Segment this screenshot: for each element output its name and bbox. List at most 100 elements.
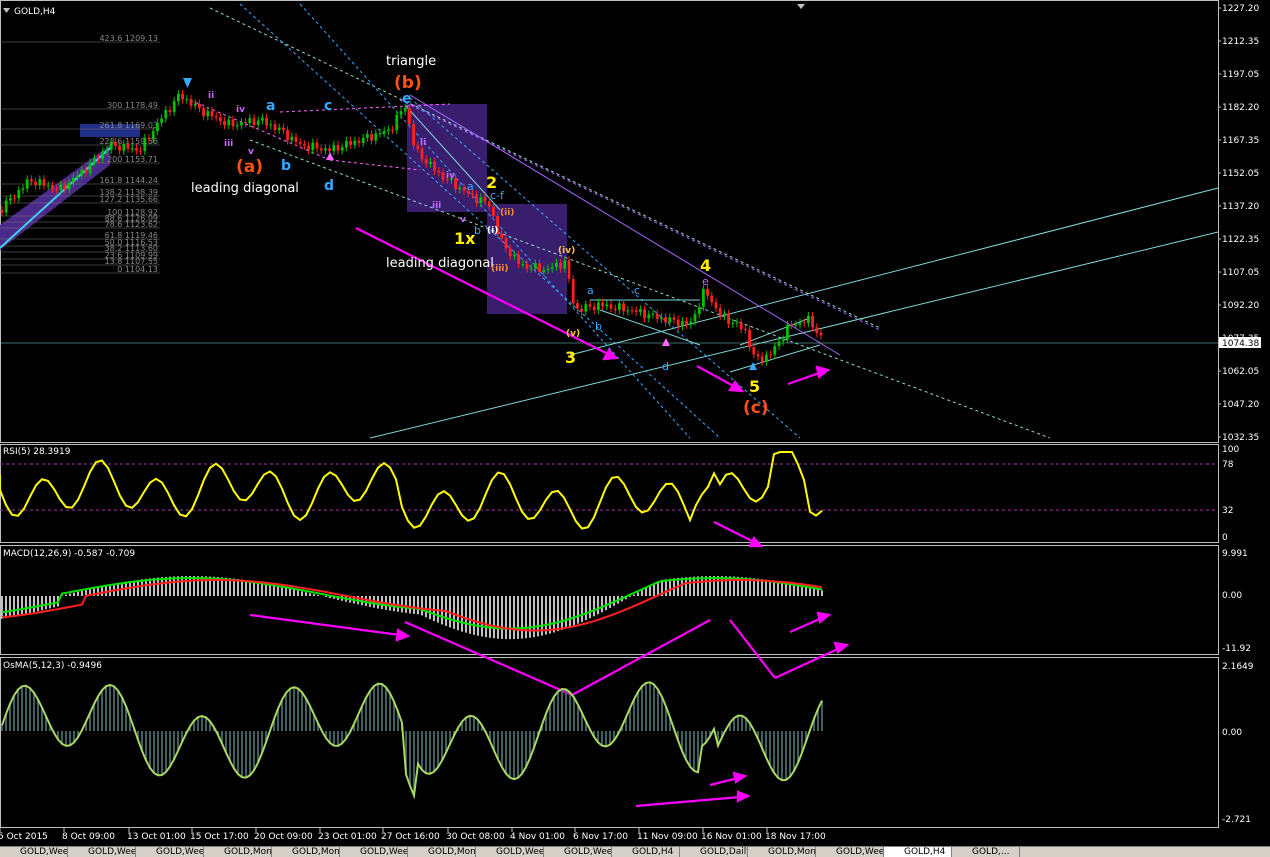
candle-body: [185, 99, 189, 101]
candle-body: [739, 322, 743, 330]
candle-body: [55, 189, 58, 191]
candle-body: [282, 127, 285, 131]
candle-body: [437, 170, 441, 173]
candle-body: [210, 111, 214, 117]
candle-body: [475, 194, 478, 204]
main-price-panel[interactable]: [0, 0, 1219, 443]
panel-frames: [0, 0, 1219, 828]
candle-body: [399, 111, 403, 115]
candle-body: [126, 143, 130, 149]
chart-tabs-bar: GOLD,WeeklyGOLD,WeeklyGOLD,WeeklyGOLD,Mo…: [0, 846, 1270, 857]
candle-body: [790, 324, 793, 326]
chart-menu-icon: [3, 8, 10, 13]
candle-body: [492, 206, 495, 217]
candle-body: [97, 158, 100, 160]
candle-body: [206, 111, 210, 117]
candle-body: [105, 150, 109, 152]
label-leading-diagonal-2: leading diagonal: [386, 256, 494, 271]
candle-body: [361, 137, 365, 143]
rsi-panel[interactable]: [0, 444, 1219, 543]
label-c-1: c: [324, 98, 332, 114]
rsi-indicator: RSI(5) 28.3919 100 78 32 0: [0, 445, 1239, 543]
candle-body: [563, 260, 567, 269]
candle-body: [286, 130, 289, 141]
candle-body: [513, 254, 516, 257]
label-i-paren: (i): [487, 226, 498, 236]
price-tick-label: 1047.20: [1222, 400, 1259, 410]
label-ii-paren: (ii): [500, 208, 514, 218]
candle-body: [576, 303, 579, 309]
candle-body: [25, 179, 29, 189]
candle-body: [240, 122, 243, 126]
candle-body: [122, 143, 126, 151]
label-leading-diagonal-1: leading diagonal: [191, 181, 299, 196]
candle-body: [546, 268, 550, 270]
candle-body: [324, 148, 327, 151]
label-triangle: triangle: [386, 54, 436, 69]
price-tick-label: 1212.35: [1222, 37, 1259, 47]
candle-body: [256, 120, 260, 125]
triangle-down-icon[interactable]: [797, 4, 805, 9]
candle-body: [109, 141, 113, 151]
label-a-2: a: [467, 180, 474, 193]
candle-body: [819, 332, 823, 336]
candle-body: [748, 329, 751, 348]
label-a-3: a: [587, 284, 594, 297]
candle-body: [676, 319, 680, 327]
candle-body: [156, 122, 159, 132]
candle-body: [597, 302, 600, 311]
trading-chart[interactable]: GOLD,H4 423.6 1209.13 300 1178.49 261.8 11…: [0, 0, 1270, 856]
candle-body: [714, 302, 718, 309]
candle-body: [403, 107, 407, 112]
time-tick-label: 13 Oct 01:00: [127, 832, 186, 842]
candle-body: [672, 317, 676, 320]
candle-body: [592, 306, 596, 311]
price-tick-label: 1197.05: [1222, 70, 1259, 80]
candle-body: [639, 309, 642, 312]
candle-body: [655, 313, 659, 319]
candle-body: [412, 124, 415, 146]
candle-body: [815, 327, 819, 333]
label-e-3: e: [702, 275, 709, 288]
fib-label: 200 1153.71: [107, 155, 158, 164]
candle-body: [160, 118, 163, 123]
candle-body: [88, 162, 92, 173]
up-arrow-marker-2: [662, 338, 670, 346]
label-c-3: c: [634, 284, 640, 297]
candle-body: [744, 329, 747, 331]
time-axis: 5 Oct 2015 8 Oct 09:00 13 Oct 01:00 15 Oct …: [0, 828, 826, 842]
candle-body: [609, 304, 613, 309]
candle-body: [382, 131, 386, 134]
candle-body: [72, 177, 75, 183]
candle-body: [588, 304, 592, 307]
candle-body: [538, 263, 541, 273]
fib-label: 300 1178.49: [107, 101, 158, 110]
candle-body: [613, 308, 617, 310]
candle-body: [244, 122, 247, 124]
candle-body: [735, 322, 739, 324]
candle-body: [630, 310, 634, 312]
label-iii-paren: (iii): [491, 264, 508, 274]
price-tick-label: 1107.05: [1222, 268, 1259, 278]
candle-body: [177, 94, 180, 102]
candle-body: [114, 141, 117, 146]
time-tick-label: 15 Oct 17:00: [190, 832, 249, 842]
candle-body: [416, 145, 420, 149]
candle-body: [534, 263, 537, 269]
candle-body: [34, 181, 37, 186]
label-d-1: d: [324, 178, 334, 194]
candle-body: [248, 118, 252, 124]
candle-body: [38, 179, 42, 186]
candle-body: [168, 109, 172, 112]
label-d-3: d: [662, 360, 669, 373]
candle-body: [706, 288, 709, 296]
label-iii-1: iii: [224, 139, 233, 149]
time-tick-label: 11 Nov 09:00: [637, 832, 698, 842]
label-w1x: 1x: [454, 229, 476, 248]
label-b-1: b: [281, 158, 291, 174]
candle-body: [265, 117, 268, 126]
fib-label: 127.2 1135.66: [99, 195, 158, 204]
candle-body: [261, 117, 264, 121]
candle-body: [660, 317, 663, 319]
candle-body: [626, 310, 630, 312]
